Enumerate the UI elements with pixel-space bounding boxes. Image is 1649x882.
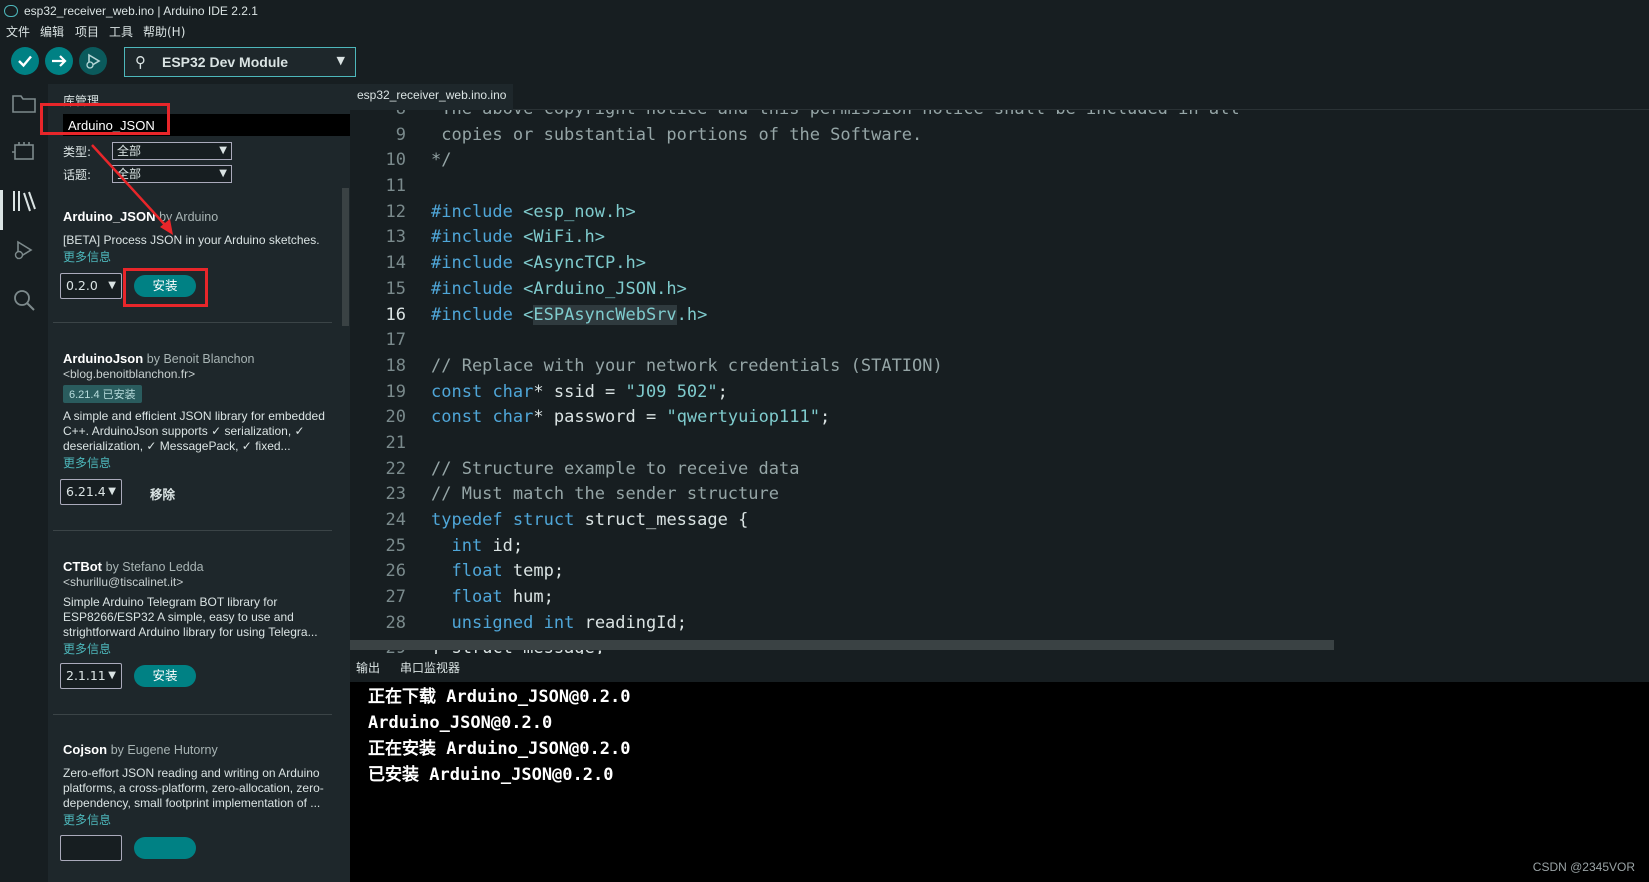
editor-horizontal-scrollbar[interactable] [350,640,1334,650]
line-number: 15 [385,278,406,299]
output-log: 正在下载 Arduino_JSON@0.2.0 Arduino_JSON@0.2… [368,684,630,788]
watermark: CSDN @2345VOR [1532,860,1635,874]
line-number: 28 [385,612,406,633]
output-line: 已安装 Arduino_JSON@0.2.0 [368,765,614,785]
code-line-active: #include <ESPAsyncWebSrv.h> [431,304,708,325]
output-panel: 输出 串口监视器 正在下载 Arduino_JSON@0.2.0 Arduino… [350,654,1649,882]
line-number: 10 [385,150,406,171]
line-number: 22 [385,458,406,479]
tab-serial-monitor[interactable]: 串口监视器 [400,654,460,682]
tab-sketch-file[interactable]: esp32_receiver_web.ino.ino [350,84,514,110]
code-line: float hum; [451,587,554,608]
code-editor[interactable]: 8 The above copyright notice and this pe… [350,84,1649,654]
line-number: 21 [385,432,406,453]
line-number: 11 [385,176,406,197]
code-line: float temp; [451,561,565,582]
output-line: Arduino_JSON@0.2.0 [368,713,553,733]
line-number: 26 [385,561,406,582]
output-tab-bar: 输出 串口监视器 [350,654,1649,682]
line-number: 13 [385,227,406,248]
code-line: // Structure example to receive data [431,458,800,479]
code-line: #include <esp_now.h> [431,201,636,222]
line-number: 18 [385,355,406,376]
editor-tab-bar: esp32_receiver_web.ino.ino [350,84,1649,110]
line-number: 14 [385,253,406,274]
line-number: 20 [385,407,406,428]
line-number: 24 [385,510,406,530]
code-area[interactable]: 8 The above copyright notice and this pe… [350,97,1649,654]
code-line: #include <AsyncTCP.h> [431,253,646,274]
line-number: 12 [385,201,406,222]
line-number: 9 [395,124,406,145]
output-line: 正在安装 Arduino_JSON@0.2.0 [368,739,631,759]
output-line: 正在下载 Arduino_JSON@0.2.0 [368,687,631,707]
line-number: 23 [385,484,406,505]
code-line: #include <WiFi.h> [431,227,606,248]
line-number: 27 [385,587,406,608]
code-line: const char* password = "qwertyuiop111"; [431,407,831,428]
code-line: */ [431,150,452,171]
code-line: // Must match the sender structure [431,484,779,505]
line-number-active: 16 [385,304,406,325]
tab-output[interactable]: 输出 [356,654,380,682]
line-number: 17 [385,330,406,351]
code-line: const char* ssid = "J09 502"; [431,381,728,402]
code-line: int id; [451,535,524,556]
code-line: typedef struct struct_message { [431,510,749,530]
code-line: // Replace with your network credentials… [431,355,943,376]
code-line: #include <Arduino_JSON.h> [431,278,687,299]
line-number: 19 [385,381,406,402]
line-number: 25 [385,535,406,556]
code-line: copies or substantial portions of the So… [431,124,923,145]
code-line: unsigned int readingId; [451,612,687,633]
